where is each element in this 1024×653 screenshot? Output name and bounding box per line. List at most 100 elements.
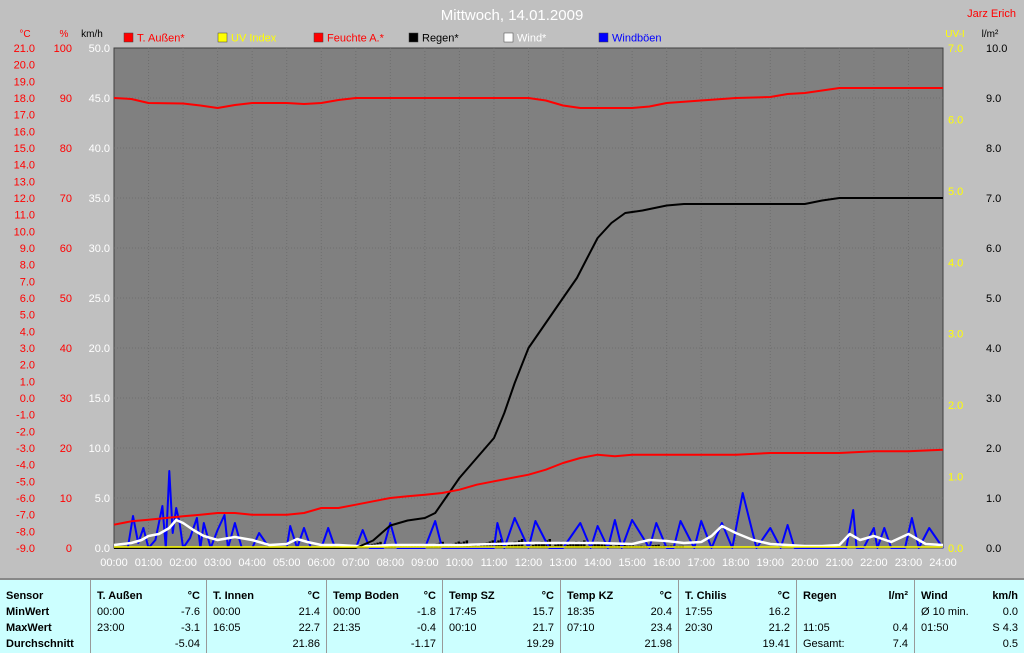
rain-unit-label: l/m² bbox=[982, 29, 999, 40]
humidity-axis-tick: 70 bbox=[60, 193, 72, 205]
rain-axis-tick: 10.0 bbox=[986, 43, 1007, 55]
min-value: 16.2 bbox=[768, 606, 790, 618]
legend-swatch bbox=[598, 32, 609, 43]
column-unit: °C bbox=[541, 590, 554, 602]
minwert-label: MinWert bbox=[6, 606, 50, 618]
x-axis-tick: 13:00 bbox=[549, 557, 577, 569]
legend-item: Wind* bbox=[503, 32, 547, 45]
humidity-axis-tick: 80 bbox=[60, 143, 72, 155]
humidity-axis-tick: 30 bbox=[60, 393, 72, 405]
wind-axis-tick: 50.0 bbox=[89, 43, 110, 55]
rain-axis-tick: 3.0 bbox=[986, 393, 1001, 405]
regen-max-value: 0.4 bbox=[892, 622, 908, 634]
wind-average-value: 0.5 bbox=[1002, 638, 1018, 650]
temp-axis-tick: -4.0 bbox=[16, 460, 35, 472]
temp-axis-tick: -3.0 bbox=[16, 443, 35, 455]
stats-column-temp-boden: Temp Boden °C 00:00 -1.8 21:35 -0.4 -1.17 bbox=[326, 580, 442, 653]
rain-axis-tick: 7.0 bbox=[986, 193, 1001, 205]
wind-avg-value: 0.0 bbox=[1002, 606, 1018, 618]
uv-axis-tick: 0.0 bbox=[948, 543, 963, 555]
x-axis-tick: 08:00 bbox=[377, 557, 405, 569]
min-time: 18:35 bbox=[567, 606, 595, 618]
legend-swatch bbox=[408, 32, 419, 43]
rain-axis-tick: 2.0 bbox=[986, 443, 1001, 455]
stats-column-t-chilis: T. Chilis °C 17:55 16.2 20:30 21.2 19.41 bbox=[678, 580, 796, 653]
stats-panel: Sensor MinWert MaxWert Durchschnitt T. A… bbox=[0, 578, 1024, 653]
wind-axis-tick: 5.0 bbox=[95, 493, 110, 505]
max-value: -0.4 bbox=[417, 622, 436, 634]
max-time: 16:05 bbox=[213, 622, 241, 634]
column-name: Temp Boden bbox=[333, 590, 399, 602]
x-axis-tick: 16:00 bbox=[653, 557, 681, 569]
temp-axis-tick: 2.0 bbox=[20, 360, 35, 372]
temp-axis-tick: 17.0 bbox=[14, 110, 35, 122]
x-axis-tick: 24:00 bbox=[929, 557, 957, 569]
temp-axis-tick: -5.0 bbox=[16, 476, 35, 488]
min-time: 00:00 bbox=[333, 606, 361, 618]
wind-axis-tick: 20.0 bbox=[89, 343, 110, 355]
legend: T. Außen* UV Index Feuchte A.* Regen* Wind* W… bbox=[123, 32, 662, 45]
x-axis-tick: 00:00 bbox=[100, 557, 128, 569]
legend-label: UV Index bbox=[231, 33, 277, 45]
legend-item: Feuchte A.* bbox=[313, 32, 385, 45]
temp-axis-tick: 8.0 bbox=[20, 260, 35, 272]
min-time: 17:55 bbox=[685, 606, 713, 618]
min-value: -1.8 bbox=[417, 606, 436, 618]
rain-axis-tick: 4.0 bbox=[986, 343, 1001, 355]
temp-axis-tick: -8.0 bbox=[16, 526, 35, 538]
legend-label: Windböen bbox=[612, 33, 662, 45]
legend-label: T. Außen* bbox=[137, 33, 185, 45]
average-value: -1.17 bbox=[410, 638, 436, 650]
column-name: T. Chilis bbox=[685, 590, 727, 602]
max-time: 20:30 bbox=[685, 622, 713, 634]
temp-axis-tick: 16.0 bbox=[14, 126, 35, 138]
temp-axis-tick: -1.0 bbox=[16, 410, 35, 422]
max-time: 07:10 bbox=[567, 622, 595, 634]
column-name: Regen bbox=[803, 590, 837, 602]
rain-axis-tick: 5.0 bbox=[986, 293, 1001, 305]
uv-unit-label: UV-I bbox=[945, 29, 964, 40]
legend-swatch bbox=[503, 32, 514, 43]
average-value: 21.86 bbox=[292, 638, 320, 650]
rain-axis-tick: 8.0 bbox=[986, 143, 1001, 155]
x-axis-tick: 10:00 bbox=[446, 557, 474, 569]
temp-axis-tick: 1.0 bbox=[20, 376, 35, 388]
temp-axis-tick: 12.0 bbox=[14, 193, 35, 205]
x-axis-tick: 01:00 bbox=[135, 557, 163, 569]
uv-axis-tick: 1.0 bbox=[948, 472, 963, 484]
x-axis-tick: 15:00 bbox=[618, 557, 646, 569]
legend-item: UV Index bbox=[217, 33, 277, 45]
humidity-axis-tick: 90 bbox=[60, 93, 72, 105]
max-value: 23.4 bbox=[650, 622, 672, 634]
min-value: 15.7 bbox=[532, 606, 554, 618]
stats-column-wind: Wind km/h Ø 10 min. 0.0 01:50 S 4.3 0.5 bbox=[914, 580, 1024, 653]
stats-column-temp-kz: Temp KZ °C 18:35 20.4 07:10 23.4 21.98 bbox=[560, 580, 678, 653]
uv-axis-tick: 5.0 bbox=[948, 186, 963, 198]
temp-axis-tick: 3.0 bbox=[20, 343, 35, 355]
x-axis-tick: 19:00 bbox=[757, 557, 785, 569]
legend-item: Windböen bbox=[598, 32, 662, 45]
temp-axis-tick: 10.0 bbox=[14, 226, 35, 238]
min-time: 00:00 bbox=[97, 606, 125, 618]
humidity-axis-tick: 10 bbox=[60, 493, 72, 505]
regen-total-label: Gesamt: bbox=[803, 638, 845, 650]
min-time: 00:00 bbox=[213, 606, 241, 618]
wind-axis-tick: 40.0 bbox=[89, 143, 110, 155]
humidity-axis-tick: 100 bbox=[54, 43, 72, 55]
wind-axis-tick: 10.0 bbox=[89, 443, 110, 455]
humidity-axis-tick: 0 bbox=[66, 543, 72, 555]
temp-axis-tick: -2.0 bbox=[16, 426, 35, 438]
wind-axis-tick: 45.0 bbox=[89, 93, 110, 105]
legend-label: Wind* bbox=[517, 33, 547, 45]
x-axis-tick: 20:00 bbox=[791, 557, 819, 569]
legend-swatch bbox=[313, 32, 324, 43]
x-axis-tick: 17:00 bbox=[687, 557, 715, 569]
column-name: T. Außen bbox=[97, 590, 143, 602]
rain-axis-tick: 9.0 bbox=[986, 93, 1001, 105]
temp-axis-tick: 19.0 bbox=[14, 76, 35, 88]
x-axis-tick: 14:00 bbox=[584, 557, 612, 569]
column-unit: km/h bbox=[992, 590, 1018, 602]
weather-chart: Mittwoch, 14.01.2009 Jarz Erich °C % km/… bbox=[14, 7, 1016, 569]
stats-column-t-innen: T. Innen °C 00:00 21.4 16:05 22.7 21.86 bbox=[206, 580, 326, 653]
maxwert-label: MaxWert bbox=[6, 622, 52, 634]
